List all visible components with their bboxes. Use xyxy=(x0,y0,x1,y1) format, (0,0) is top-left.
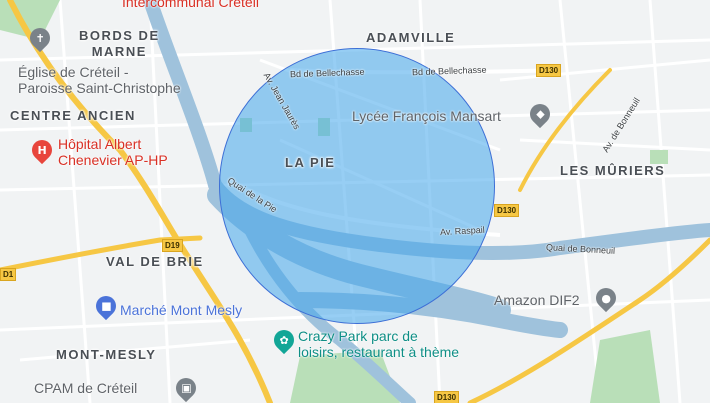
place-lycee-label[interactable]: Lycée François Mansart xyxy=(352,108,501,124)
route-shield-d19: D19 xyxy=(162,239,183,252)
lycee-pin-glyph: ◆ xyxy=(535,107,545,121)
place-church-label[interactable]: Église de Créteil - Paroisse Saint-Chris… xyxy=(18,64,181,96)
place-crazy-park-label[interactable]: Crazy Park parc de loisirs, restaurant à… xyxy=(298,328,459,360)
map-view[interactable]: BORDS DE MARNE ADAMVILLE CENTRE ANCIEN L… xyxy=(0,0,710,403)
search-radius-circle[interactable] xyxy=(219,48,495,324)
amazon-pin-glyph: ● xyxy=(601,291,611,305)
area-la-pie: LA PIE xyxy=(285,155,336,170)
area-les-muriers: LES MÛRIERS xyxy=(560,163,666,178)
area-val-de-brie: VAL DE BRIE xyxy=(106,254,204,269)
route-shield-d130-top: D130 xyxy=(536,64,562,77)
place-hospital-label[interactable]: Hôpital Albert Chenevier AP-HP xyxy=(58,136,168,168)
place-amazon-label[interactable]: Amazon DIF2 xyxy=(494,292,580,308)
cpam-pin-glyph: ▣ xyxy=(180,381,192,395)
place-marche-label[interactable]: Marché Mont Mesly xyxy=(120,302,242,318)
route-shield-d1: D1 xyxy=(0,268,17,281)
route-shield-d130-mid: D130 xyxy=(494,204,520,217)
area-mont-mesly: MONT-MESLY xyxy=(56,347,157,362)
route-shield-d130-bottom: D130 xyxy=(434,391,460,403)
area-adamville: ADAMVILLE xyxy=(366,30,456,45)
marche-pin-glyph: ■ xyxy=(100,299,112,313)
area-centre-ancien: CENTRE ANCIEN xyxy=(10,108,136,123)
place-hospital-top-label[interactable]: Intercommunal Créteil xyxy=(122,0,259,10)
hospital-pin-glyph: H xyxy=(37,143,47,157)
church-pin-glyph: ✝ xyxy=(35,31,45,45)
area-bords-de-marne: BORDS DE MARNE xyxy=(79,28,160,59)
park-pin-glyph: ✿ xyxy=(279,333,289,347)
place-cpam-label[interactable]: CPAM de Créteil xyxy=(34,380,137,396)
